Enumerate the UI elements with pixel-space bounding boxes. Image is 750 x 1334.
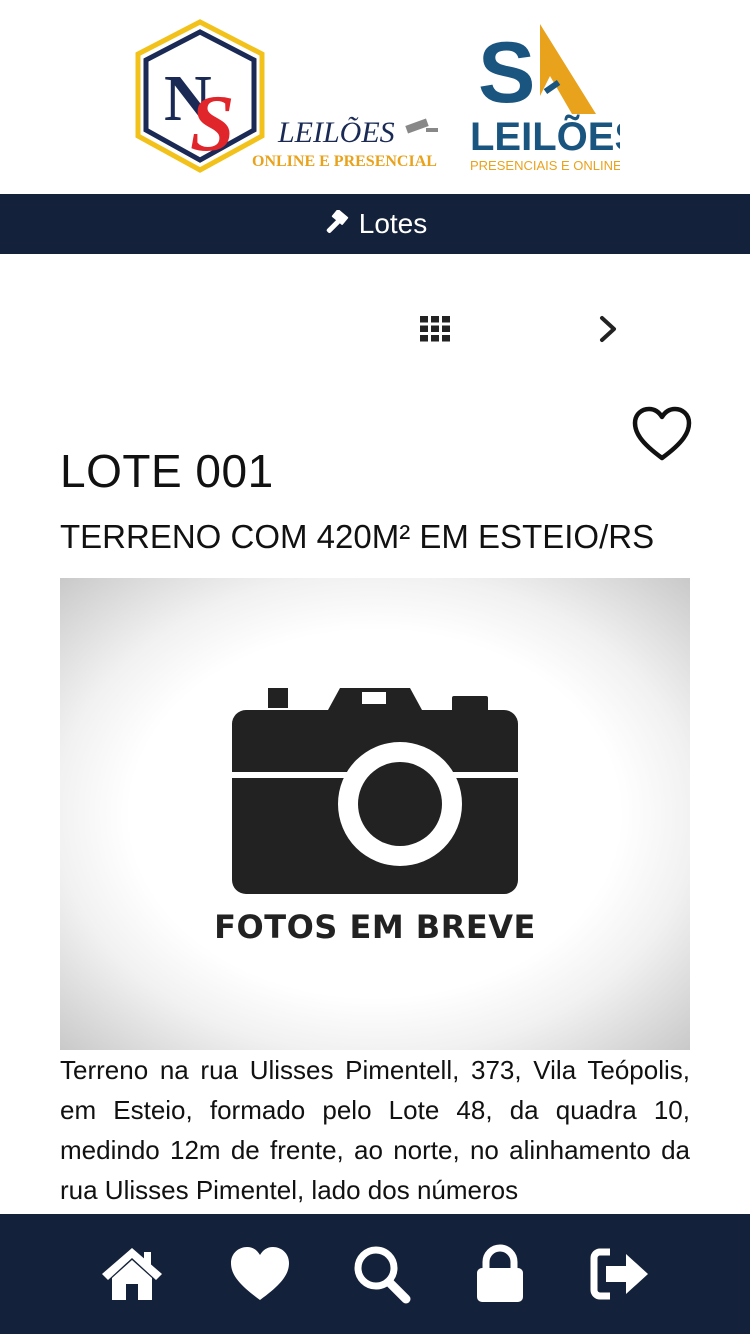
svg-text:S: S xyxy=(478,25,535,121)
svg-text:LEILÕES: LEILÕES xyxy=(470,113,620,159)
favorites-button[interactable] xyxy=(228,1244,292,1304)
gavel-icon xyxy=(326,210,348,233)
camera-icon xyxy=(232,688,518,894)
bottom-nav-bar xyxy=(0,1214,750,1334)
search-icon xyxy=(354,1246,411,1304)
favorite-heart-icon[interactable] xyxy=(632,406,692,462)
lot-title: LOTE 001 xyxy=(60,445,274,497)
svg-text:S: S xyxy=(190,80,235,168)
lot-subtitle: TERRENO COM 420M² EM ESTEIO/RS xyxy=(60,518,655,555)
logout-button[interactable] xyxy=(588,1244,652,1304)
chevron-right-icon[interactable] xyxy=(596,314,620,344)
home-icon xyxy=(102,1248,162,1300)
header-logos: N S LEILÕES ONLINE E PRESENCIAL S LEILÕE… xyxy=(0,0,750,194)
ns-leiloes-logo: N S LEILÕES ONLINE E PRESENCIAL xyxy=(135,19,438,173)
nav-title: Lotes xyxy=(358,208,428,239)
heart-icon xyxy=(231,1247,289,1300)
search-button[interactable] xyxy=(350,1244,414,1304)
lots-nav-bar[interactable]: Lotes xyxy=(0,194,750,254)
lot-photo-placeholder[interactable]: FOTOS EM BREVE xyxy=(60,578,690,1050)
svg-text:ONLINE E PRESENCIAL: ONLINE E PRESENCIAL xyxy=(252,153,437,170)
svg-text:PRESENCIAIS E ONLINE: PRESENCIAIS E ONLINE xyxy=(470,158,620,173)
lot-description: Terreno na rua Ulisses Pimentell, 373, V… xyxy=(60,1055,690,1205)
login-button[interactable] xyxy=(468,1244,532,1304)
svg-text:LEILÕES: LEILÕES xyxy=(277,116,395,149)
lock-icon xyxy=(477,1244,523,1302)
photo-caption: FOTOS EM BREVE xyxy=(214,908,536,946)
sa-leiloes-logo: S LEILÕES PRESENCIAIS E ONLINE xyxy=(470,24,620,173)
grid-icon[interactable] xyxy=(420,316,450,342)
home-button[interactable] xyxy=(100,1244,164,1304)
sign-out-icon xyxy=(590,1248,648,1300)
